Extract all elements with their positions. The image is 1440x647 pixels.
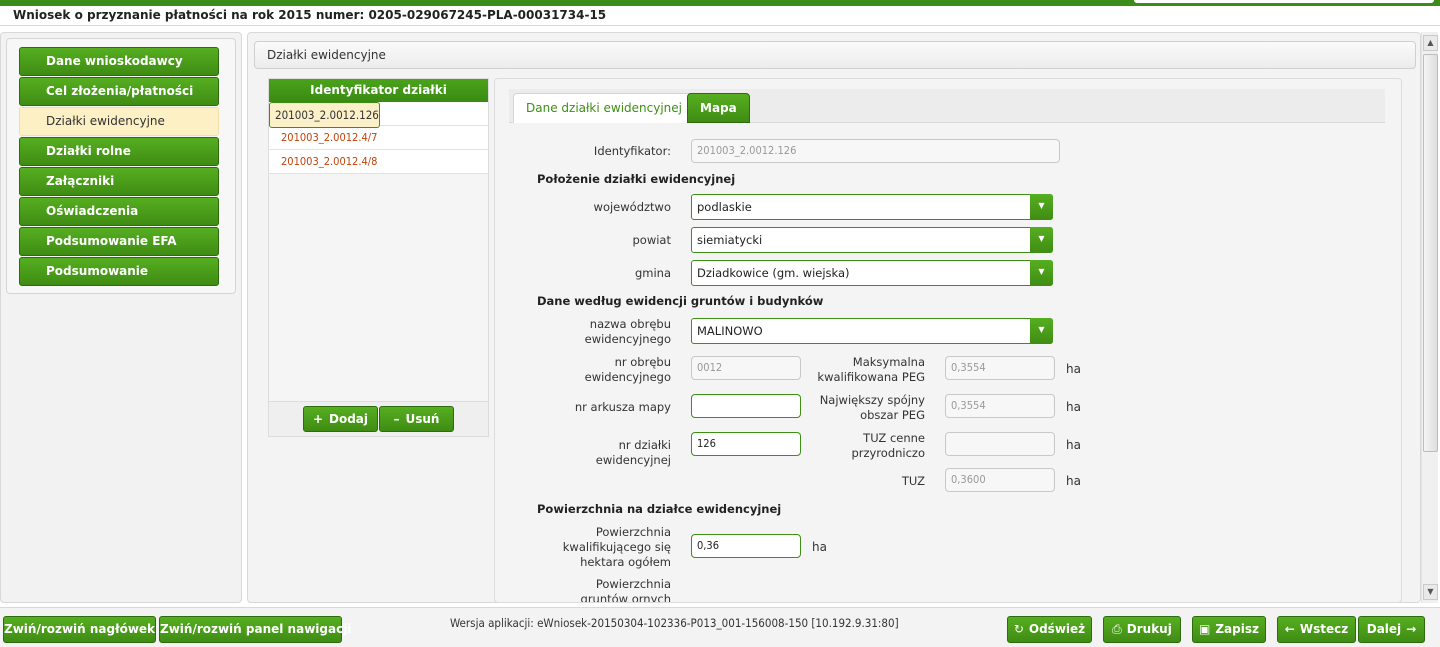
voivodeship-select[interactable]: podlaskie ▼	[691, 194, 1053, 220]
nav-zalaczniki[interactable]: Załączniki	[19, 167, 219, 196]
print-label: Drukuj	[1126, 622, 1172, 636]
area-section-title: Powierzchnia na działce ewidencyjnej	[537, 502, 782, 516]
back-label: Wstecz	[1299, 622, 1349, 636]
refresh-label: Odśwież	[1028, 622, 1086, 636]
minus-icon: –	[393, 412, 400, 426]
precinct-name-value: MALINOWO	[697, 324, 763, 338]
scroll-up-icon[interactable]: ▲	[1423, 35, 1438, 51]
nav-dzialki-ewidencyjne[interactable]: Działki ewidencyjne	[19, 107, 219, 136]
unit-ha: ha	[1066, 474, 1081, 488]
tuz-field: 0,3600	[945, 468, 1055, 492]
parcel-number-label: nr działki ewidencyjnej	[595, 438, 671, 467]
largest-peg-label: Największy spójny obszar PEG	[819, 393, 925, 422]
county-value: siemiatycki	[697, 233, 763, 247]
max-peg-field: 0,3554	[945, 356, 1055, 380]
vertical-scrollbar[interactable]: ▲ ▼	[1421, 32, 1438, 603]
remove-parcel-label: Usuń	[405, 412, 440, 426]
chevron-down-icon[interactable]: ▼	[1030, 318, 1053, 344]
arable-area-label: Powierzchnia gruntów ornych ogółem, w ty…	[580, 577, 671, 602]
nav-podsumowanie[interactable]: Podsumowanie	[19, 257, 219, 286]
back-button[interactable]: ← Wstecz	[1277, 616, 1356, 643]
nav-dane-wnioskodawcy[interactable]: Dane wnioskodawcy	[19, 47, 219, 76]
chevron-down-icon[interactable]: ▼	[1030, 260, 1053, 286]
plus-icon: +	[312, 412, 324, 426]
save-icon: ▣	[1199, 622, 1211, 636]
max-peg-label: Maksymalna kwalifikowana PEG	[817, 355, 925, 384]
unit-ha: ha	[1066, 362, 1081, 376]
parcel-list-item[interactable]: 201003_2.0012.4/8	[269, 150, 488, 174]
parcel-list-toolbar: + Dodaj – Usuń	[269, 401, 488, 436]
identifier-label: Identyfikator:	[593, 144, 671, 158]
qualifying-area-label: Powierzchnia kwalifikującego się hektara…	[562, 525, 671, 569]
arrow-right-icon: →	[1406, 622, 1417, 636]
precinct-number-label: nr obrębu ewidencyjnego	[584, 355, 671, 384]
next-label: Dalej	[1366, 622, 1402, 636]
tab-parcel-data[interactable]: Dane działki ewidencyjnej	[513, 93, 695, 123]
nav-dzialki-rolne[interactable]: Działki rolne	[19, 137, 219, 166]
identifier-field: 201003_2.0012.126	[691, 139, 1060, 163]
tuz-label: TUZ	[901, 474, 925, 488]
precinct-number-field: 0012	[691, 356, 801, 380]
refresh-icon: ↻	[1013, 622, 1024, 636]
county-select[interactable]: siemiatycki ▼	[691, 227, 1053, 253]
unit-ha: ha	[1066, 438, 1081, 452]
voivodeship-label: województwo	[593, 200, 671, 214]
section-title: Działki ewidencyjne	[254, 41, 1416, 69]
next-button[interactable]: Dalej →	[1358, 616, 1425, 643]
refresh-button[interactable]: ↻ Odśwież	[1007, 616, 1092, 643]
parcel-list: Identyfikator działki ewidencyjnej 20100…	[268, 78, 489, 437]
tuz-nature-field	[945, 432, 1055, 456]
navigation-menu: Dane wnioskodawcy Cel złożenia/płatności…	[6, 38, 236, 294]
commune-label: gmina	[634, 266, 671, 280]
app-version: Wersja aplikacji: eWniosek-20150304-1023…	[450, 616, 899, 630]
remove-parcel-button[interactable]: – Usuń	[379, 406, 454, 432]
navigation-panel: Dane wnioskodawcy Cel złożenia/płatności…	[0, 32, 242, 603]
print-button[interactable]: ⎙ Drukuj	[1103, 616, 1181, 643]
county-label: powiat	[632, 233, 672, 247]
scroll-down-icon[interactable]: ▼	[1423, 584, 1438, 600]
parcel-list-item[interactable]: 201003_2.0012.126	[269, 102, 380, 128]
add-parcel-button[interactable]: + Dodaj	[303, 406, 378, 432]
scrollbar-thumb[interactable]	[1423, 54, 1438, 452]
toggle-nav-button[interactable]: Zwiń/rozwiń panel nawigacji	[159, 616, 351, 643]
save-button[interactable]: ▣ Zapisz	[1192, 616, 1266, 643]
chevron-down-icon[interactable]: ▼	[1030, 227, 1053, 253]
largest-peg-field: 0,3554	[945, 394, 1055, 418]
tab-map[interactable]: Mapa	[687, 93, 750, 123]
parcel-list-item[interactable]: 201003_2.0012.4/7	[269, 126, 488, 150]
precinct-name-select[interactable]: MALINOWO ▼	[691, 318, 1053, 344]
commune-select[interactable]: Dziadkowice (gm. wiejska) ▼	[691, 260, 1053, 286]
toggle-header-button[interactable]: Zwiń/rozwiń nagłówek	[3, 616, 156, 643]
parcel-number-field[interactable]: 126	[691, 432, 801, 456]
top-search-field[interactable]	[1134, 0, 1434, 3]
parcel-list-header: Identyfikator działki ewidencyjnej	[269, 79, 488, 120]
map-sheet-field[interactable]	[691, 394, 801, 418]
qualifying-area-field[interactable]: 0,36	[691, 534, 801, 558]
tab-strip: Dane działki ewidencyjnej Mapa	[509, 89, 1385, 123]
form-scroll-clip: Powierzchnia gruntów ornych ogółem, w ty…	[495, 572, 1401, 602]
nav-cel-zlozenia[interactable]: Cel złożenia/płatności	[19, 77, 219, 106]
unit-ha: ha	[812, 540, 827, 554]
page-title: Wniosek o przyznanie płatności na rok 20…	[0, 6, 1440, 26]
footer-bar: Zwiń/rozwiń nagłówek Zwiń/rozwiń panel n…	[0, 607, 1440, 647]
arrow-left-icon: ←	[1284, 622, 1295, 636]
voivodeship-value: podlaskie	[697, 200, 752, 214]
commune-value: Dziadkowice (gm. wiejska)	[697, 266, 850, 280]
precinct-name-label: nazwa obrębu ewidencyjnego	[584, 317, 671, 346]
nav-podsumowanie-efa[interactable]: Podsumowanie EFA	[19, 227, 219, 256]
chevron-down-icon[interactable]: ▼	[1030, 194, 1053, 220]
nav-oswiadczenia[interactable]: Oświadczenia	[19, 197, 219, 226]
add-parcel-label: Dodaj	[329, 412, 369, 426]
location-section-title: Położenie działki ewidencyjnej	[537, 172, 736, 186]
unit-ha: ha	[1066, 400, 1081, 414]
print-icon: ⎙	[1112, 622, 1122, 636]
save-label: Zapisz	[1215, 622, 1259, 636]
egib-section-title: Dane według ewidencji gruntów i budynków	[537, 294, 824, 308]
map-sheet-label: nr arkusza mapy	[574, 400, 671, 414]
tuz-nature-label: TUZ cenne przyrodniczo	[851, 431, 925, 460]
